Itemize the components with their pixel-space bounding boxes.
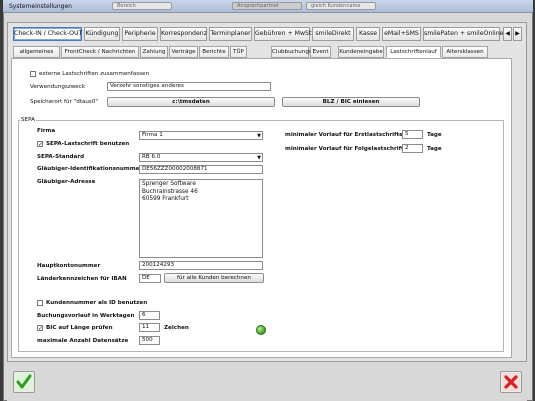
standard-label: SEPA-Standard [37,154,85,160]
check-icon [15,373,33,391]
cancel-button[interactable] [500,371,522,393]
glaeubiger-id-input[interactable]: DE56ZZZ00002008871 [139,165,263,174]
tab-smiledirekt[interactable]: smileDirekt [312,27,354,41]
address-line: Buchrainstrasse 46 [142,188,198,195]
sepa-use-checkbox[interactable]: ✓ [37,141,43,148]
footer [7,363,527,401]
chevron-down-icon: ▼ [257,155,261,161]
speicherort-button[interactable]: c:\tmsdaten [107,97,275,107]
firma-select[interactable]: Firma 1 ▼ [139,131,263,140]
x-icon [502,373,520,391]
laenderkennzeichen-input[interactable]: DE [139,274,161,283]
folge-label: minimaler Vorlauf für Folgelastschriften [285,146,412,152]
hauptkonto-input[interactable]: 200124293 [139,261,263,270]
kundennummer-label: Kundennummer als ID benutzen [46,300,148,306]
subtab-berichte[interactable]: Berichte [199,46,229,58]
tab-check-in-out[interactable]: Check-IN / Check-OUT [13,27,82,41]
bic-checkbox[interactable]: ✓ [37,325,43,332]
subtab-frontcheck[interactable]: FrontCheck / Nachrichten [61,46,139,58]
sepa-group-label: SEPA [20,117,36,123]
tab-scroll-right-icon[interactable]: ▶ [513,27,522,41]
tab-kuendigung[interactable]: Kündigung [84,27,120,41]
glaeubiger-id-label: Gläubiger-Identifikationsnummer [37,166,143,172]
tab-email-sms[interactable]: eMail+SMS [382,27,421,41]
hauptkonto-label: Hauptkontonummer [37,263,101,269]
sepa-use-label: SEPA-Lastschrift benutzen [46,141,130,147]
ok-button[interactable] [13,371,35,393]
verwendungszweck-label: Verwendungszweck [30,84,86,90]
tab-gebuehren[interactable]: Gebühren + MwSt [254,27,311,41]
zeichen-label: Zeichen [164,325,189,331]
standard-select[interactable]: RB 6.0 ▼ [139,153,263,162]
laenderkennzeichen-label: Länderkennzeichen für IBAN [37,276,127,282]
buchungsvorlauf-label: Buchungsvorlauf in Werktagen [37,313,135,319]
speicherort-label: Speicherort für "dtaus0" [30,99,98,105]
glaeubiger-adresse-label: Gläubiger-Adresse [37,179,96,185]
tab-terminplaner[interactable]: Terminplaner [209,27,252,41]
buchungsvorlauf-input[interactable]: 6 [139,311,160,320]
top-field-ansprechpartner[interactable]: Ansprechpartner [232,2,302,10]
tab-smilepaten[interactable]: smilePaten + smileOnline [423,27,503,41]
subtab-zahlung[interactable]: Zahlung [140,46,168,58]
green-dot-icon[interactable] [256,325,266,335]
subtab-kundeneingabe[interactable]: Kundeneingabe [338,46,384,58]
glaeubiger-adresse-textarea[interactable]: Sprenger Software Buchrainstrasse 46 605… [139,179,263,258]
folge-input[interactable]: 2 [402,144,423,153]
max-datensaetze-label: maximale Anzahl Datensätze [37,338,129,344]
tab-peripherie[interactable]: Peripherie [122,27,158,41]
kundennummer-checkbox[interactable] [37,300,43,306]
erst-tage-label: Tage [427,132,442,138]
firma-label: Firma [37,128,56,134]
tab-kasse[interactable]: Kasse [356,27,380,41]
erst-input[interactable]: 5 [402,130,423,139]
tab-korrespondenz[interactable]: Korrespondenz [160,27,207,41]
blz-bic-button[interactable]: BLZ / BIC einlesen [282,97,420,107]
bic-input[interactable]: 11 [139,323,160,332]
address-line: Sprenger Software [142,181,196,187]
subtab-altersklassen[interactable]: Altersklassen [442,46,488,58]
chevron-down-icon: ▼ [257,133,261,139]
folge-tage-label: Tage [427,146,442,152]
subtab-lastschriftenlauf[interactable]: Lastschriftenlauf [386,46,441,58]
subtab-allgemeines[interactable]: allgemeines [13,46,60,58]
fuer-alle-kunden-button[interactable]: für alle Kunden berechnen [164,273,264,283]
subtab-vertraege[interactable]: Verträge [169,46,198,58]
window-title: Systemeinstellungen [9,3,72,10]
verwendungszweck-input[interactable]: Verzehr sonstiges anderes [107,82,271,91]
bic-label: BIC auf Länge prüfen [46,325,113,331]
tab-scroll-left-icon[interactable]: ◀ [503,27,512,41]
max-datensaetze-input[interactable]: 500 [139,336,160,345]
subtab-event[interactable]: Event [310,46,331,58]
extern-checkbox[interactable] [30,71,36,77]
subtab-clubbuchungen[interactable]: Clubbuchungen [271,46,316,58]
erst-label: minimaler Vorlauf für Erstlastschriften [285,132,407,138]
subtab-tuep[interactable]: TÜP [230,46,247,58]
address-line: 60599 Frankfurt [142,196,189,202]
top-field-kundenname[interactable]: gleich Kundenname [306,2,376,10]
extern-label: externe Lastschriften zusammenfassen [39,71,150,77]
top-field-bereich[interactable]: Bereich [112,2,172,10]
